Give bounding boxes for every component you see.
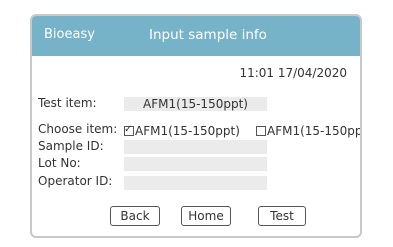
device-screen: Bioeasy Input sample info 11:01 17/04/20…: [30, 14, 362, 238]
operator-id-label: Operator ID:: [38, 174, 113, 188]
choose-item-option-2[interactable]: AFM1(15-150ppt): [256, 124, 362, 138]
checkbox-checked-icon[interactable]: ✓: [124, 124, 134, 136]
back-button[interactable]: Back: [110, 206, 160, 226]
test-item-value: AFM1(15-150ppt): [143, 97, 248, 111]
lot-no-input[interactable]: [124, 157, 267, 171]
operator-id-input[interactable]: [124, 176, 267, 190]
choose-item-option-1-label: AFM1(15-150ppt): [135, 124, 240, 138]
choose-item-label: Choose item:: [38, 122, 118, 136]
datetime-display: 11:01 17/04/2020: [239, 66, 347, 80]
test-item-label: Test item:: [38, 96, 97, 110]
sample-id-input[interactable]: [124, 140, 267, 154]
home-button[interactable]: Home: [181, 206, 231, 226]
sample-id-value: [124, 140, 267, 154]
lot-no-label: Lot No:: [38, 156, 81, 170]
operator-id-value: [124, 176, 267, 190]
lot-no-value: [124, 157, 267, 171]
brand-name: Bioeasy: [44, 27, 95, 42]
screen-title: Input sample info: [149, 27, 267, 43]
checkbox-unchecked-icon[interactable]: [256, 126, 266, 136]
sample-id-label: Sample ID:: [38, 139, 104, 153]
choose-item-option-1[interactable]: ✓ AFM1(15-150ppt): [124, 124, 240, 138]
test-button[interactable]: Test: [258, 206, 306, 226]
choose-item-option-2-label: AFM1(15-150ppt): [267, 124, 362, 138]
title-bar: Bioeasy Input sample info: [32, 16, 360, 56]
test-item-field: AFM1(15-150ppt): [124, 97, 267, 111]
